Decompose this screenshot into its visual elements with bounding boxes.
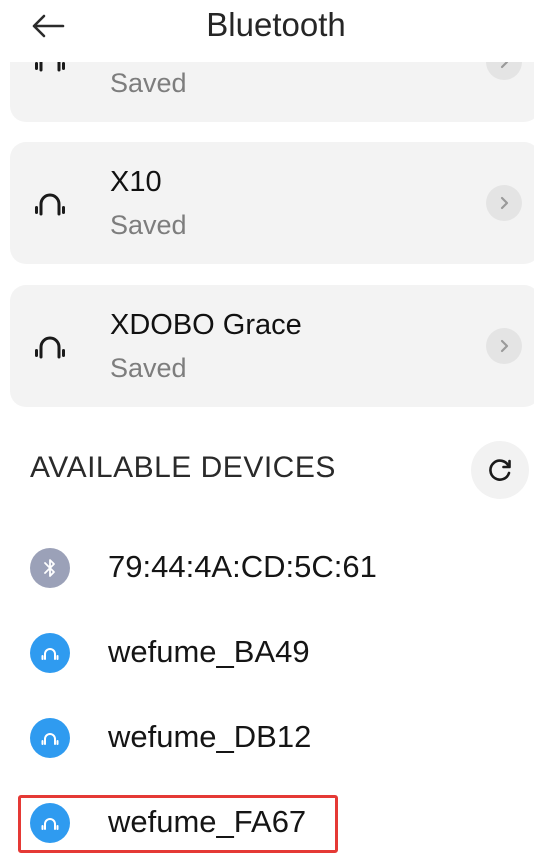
saved-device-status: Saved: [110, 210, 187, 240]
headphones-icon: [35, 193, 65, 216]
headphones-icon: [30, 803, 70, 843]
app-header: Bluetooth: [0, 0, 534, 62]
available-device-row[interactable]: wefume_BA49: [0, 617, 534, 689]
device-name: wefume_BA49: [108, 634, 310, 669]
chevron-right-icon: [500, 339, 509, 353]
available-device-row[interactable]: wefume_DB12: [0, 702, 534, 774]
saved-device-card[interactable]: XDOBO Grace Saved: [10, 285, 534, 407]
available-devices-heading: AVAILABLE DEVICES: [30, 451, 336, 484]
available-device-row[interactable]: wefume_FA67: [0, 787, 534, 859]
device-details-button[interactable]: [486, 185, 522, 221]
saved-device-status: Saved: [110, 353, 187, 383]
saved-device-card[interactable]: X10 Saved: [10, 142, 534, 264]
device-name: wefume_FA67: [108, 804, 307, 839]
refresh-icon: [489, 459, 511, 481]
device-details-button[interactable]: [486, 328, 522, 364]
headphones-icon: [35, 336, 65, 359]
page-title: Bluetooth: [206, 6, 346, 43]
bluetooth-icon: [30, 548, 70, 588]
refresh-button[interactable]: [471, 441, 529, 499]
headphones-icon: [30, 718, 70, 758]
saved-device-status: Saved: [110, 68, 187, 98]
available-device-row[interactable]: 79:44:4A:CD:5C:61: [0, 532, 534, 604]
device-name: 79:44:4A:CD:5C:61: [108, 549, 377, 584]
saved-device-name: XDOBO Grace: [110, 309, 302, 341]
chevron-right-icon: [500, 196, 509, 210]
headphones-icon: [30, 633, 70, 673]
saved-device-name: X10: [110, 166, 162, 198]
device-name: wefume_DB12: [108, 719, 312, 754]
